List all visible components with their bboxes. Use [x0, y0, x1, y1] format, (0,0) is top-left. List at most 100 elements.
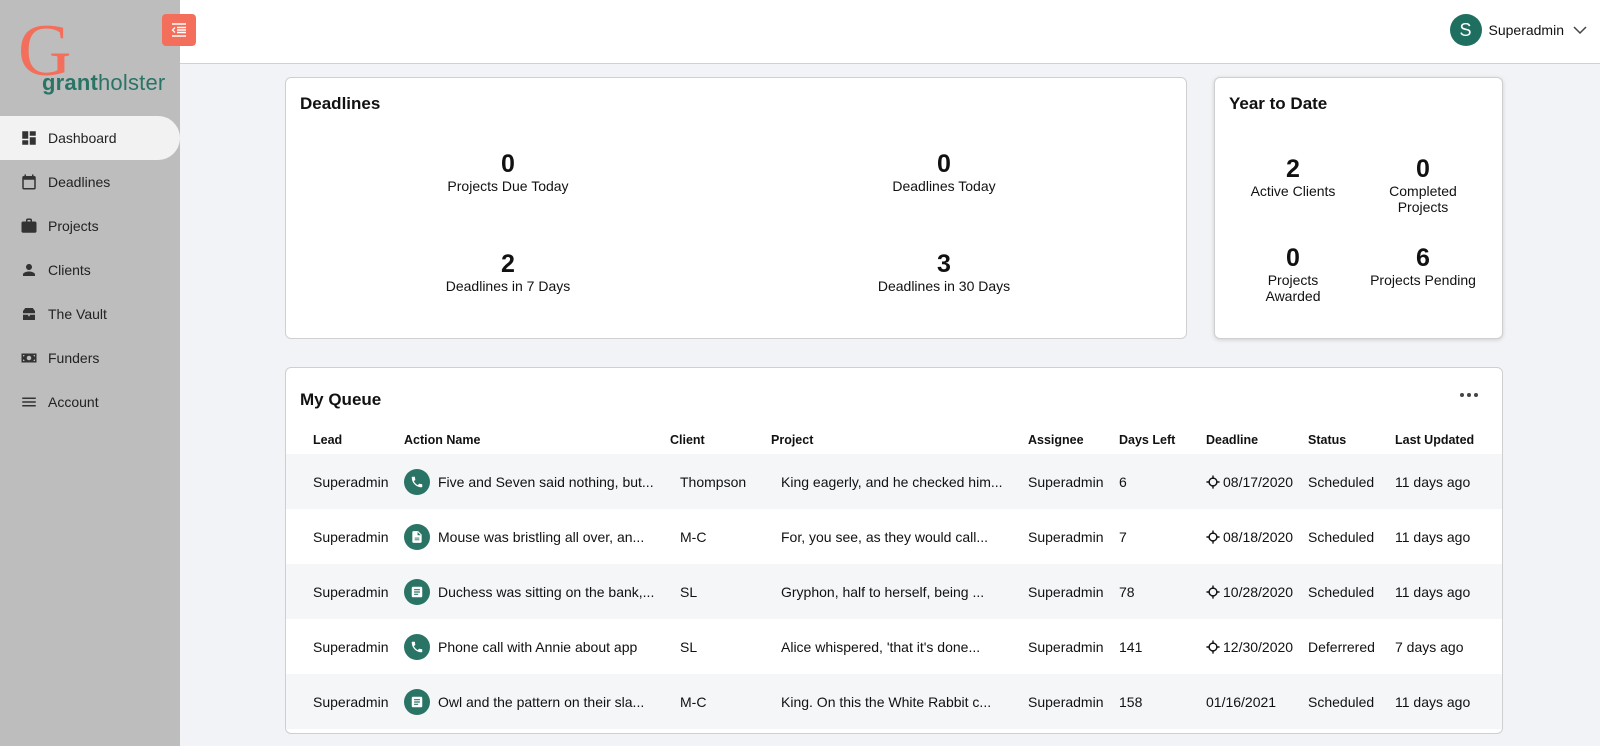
- action-cell[interactable]: Phone call with Annie about app: [404, 619, 670, 674]
- year-to-date-card: Year to Date 2 Active Clients 0 Complete…: [1214, 77, 1503, 339]
- column-header[interactable]: Last Updated: [1395, 426, 1502, 454]
- client-cell: M-C: [670, 674, 771, 729]
- grantholster-logo[interactable]: G grantholster: [16, 14, 166, 102]
- days-left-cell: 78: [1119, 564, 1206, 619]
- deadline-cell: 10/28/2020: [1206, 564, 1308, 619]
- sidebar-item-label: Account: [48, 394, 99, 410]
- column-header[interactable]: Action Name: [404, 426, 670, 454]
- sidebar-item-vault[interactable]: The Vault: [0, 292, 180, 336]
- action-name: Owl and the pattern on their sla...: [438, 693, 645, 710]
- assignee-cell: Superadmin: [1028, 638, 1104, 655]
- briefcase-icon: [20, 217, 38, 235]
- stat-label: Deadlines in 7 Days: [445, 278, 571, 294]
- table-row[interactable]: Superadmin Duchess was sitting on the ba…: [286, 564, 1502, 619]
- sidebar-item-funders[interactable]: Funders: [0, 336, 180, 380]
- stat-label: Projects Awarded: [1265, 272, 1321, 304]
- menu-icon: [20, 393, 38, 411]
- stat-deadlines-7-days: 2 Deadlines in 7 Days: [398, 250, 618, 294]
- status-cell: Scheduled: [1308, 674, 1395, 729]
- days-left-cell: 6: [1119, 454, 1206, 509]
- my-queue-card: My Queue Lead Action Name Client Project…: [285, 367, 1503, 734]
- project-cell: King eagerly, and he checked him...: [771, 454, 1028, 509]
- stat-projects-pending: 6 Projects Pending: [1363, 244, 1483, 288]
- lead-cell: Superadmin: [313, 454, 404, 509]
- stat-active-clients: 2 Active Clients: [1233, 155, 1353, 199]
- sidebar-item-clients[interactable]: Clients: [0, 248, 180, 292]
- crosshair-icon: [1206, 474, 1220, 489]
- stat-value: 2: [1286, 155, 1300, 183]
- column-header[interactable]: Lead: [313, 426, 404, 454]
- stat-label: Projects Due Today: [447, 178, 569, 194]
- phone-icon: [404, 633, 430, 660]
- more-options-button[interactable]: [1460, 390, 1478, 400]
- table-row[interactable]: Superadmin Five and Seven said nothing, …: [286, 454, 1502, 509]
- project-cell: Gryphon, half to herself, being ...: [771, 564, 1028, 619]
- action-name: Duchess was sitting on the bank,...: [438, 583, 655, 600]
- column-header[interactable]: Deadline: [1206, 426, 1308, 454]
- table-row[interactable]: Superadmin Owl and the pattern on their …: [286, 674, 1502, 729]
- action-name: Mouse was bristling all over, an...: [438, 528, 645, 545]
- crosshair-icon: [1206, 529, 1220, 544]
- sidebar-item-label: Clients: [48, 262, 91, 278]
- queue-table: Lead Action Name Client Project Assignee…: [286, 426, 1502, 729]
- last-updated-cell: 11 days ago: [1395, 454, 1502, 509]
- last-updated-cell: 11 days ago: [1395, 674, 1502, 729]
- client-cell: Thompson: [670, 454, 771, 509]
- table-header-row: Lead Action Name Client Project Assignee…: [286, 426, 1502, 454]
- days-left-cell: 141: [1119, 638, 1143, 655]
- action-name: Phone call with Annie about app: [438, 638, 638, 655]
- project-cell: Alice whispered, 'that it's done...: [781, 638, 981, 655]
- sidebar-item-label: The Vault: [48, 306, 107, 322]
- client-cell: SL: [680, 638, 698, 655]
- client-cell: SL: [670, 564, 771, 619]
- action-cell[interactable]: Five and Seven said nothing, but...: [404, 454, 670, 509]
- user-name: Superadmin: [1488, 22, 1565, 38]
- status-cell: Deferrered: [1308, 638, 1375, 655]
- stat-value: 3: [937, 250, 951, 278]
- project-cell: King. On this the White Rabbit c...: [771, 674, 1028, 729]
- stat-projects-due-today: 0 Projects Due Today: [398, 150, 618, 194]
- action-cell[interactable]: Duchess was sitting on the bank,...: [404, 564, 670, 619]
- dashboard-icon: [20, 129, 38, 147]
- stat-label: Deadlines Today: [892, 178, 996, 194]
- person-icon: [20, 261, 38, 279]
- table-row[interactable]: Superadmin Mouse was bristling all over,…: [286, 509, 1502, 564]
- user-menu[interactable]: S Superadmin: [1449, 14, 1589, 46]
- ytd-title: Year to Date: [1229, 94, 1328, 113]
- column-header[interactable]: Client: [670, 426, 771, 454]
- logo-wordmark: grantholster: [42, 70, 166, 95]
- sidebar-item-deadlines[interactable]: Deadlines: [0, 160, 180, 204]
- days-left-cell: 158: [1119, 674, 1206, 729]
- column-header[interactable]: Project: [771, 426, 1028, 454]
- last-updated-cell: 11 days ago: [1395, 564, 1502, 619]
- deadline-date: 10/28/2020: [1223, 583, 1294, 600]
- sidebar-item-dashboard[interactable]: Dashboard: [0, 116, 180, 160]
- stat-value: 2: [501, 250, 515, 278]
- stat-value: 0: [1286, 244, 1300, 272]
- action-cell[interactable]: Mouse was bristling all over, an...: [404, 509, 670, 564]
- action-cell[interactable]: Owl and the pattern on their sla...: [404, 674, 670, 729]
- column-header[interactable]: Assignee: [1028, 426, 1119, 454]
- money-icon: [20, 349, 38, 367]
- days-left-cell: 7: [1119, 528, 1127, 545]
- sidebar-item-label: Dashboard: [48, 130, 117, 146]
- column-header[interactable]: Days Left: [1119, 426, 1206, 454]
- sidebar-item-projects[interactable]: Projects: [0, 204, 180, 248]
- crosshair-icon: [1206, 584, 1220, 599]
- sidebar-nav: Dashboard Deadlines Projects Clients The…: [0, 116, 180, 424]
- stat-value: 0: [501, 150, 515, 178]
- lead-cell: Superadmin: [313, 564, 404, 619]
- deadline-date: 08/18/2020: [1223, 528, 1294, 545]
- sidebar-item-account[interactable]: Account: [0, 380, 180, 424]
- avatar: S: [1449, 14, 1482, 46]
- table-row[interactable]: Superadmin Phone call with Annie about a…: [286, 619, 1502, 674]
- stat-deadlines-30-days: 3 Deadlines in 30 Days: [834, 250, 1054, 294]
- stat-projects-awarded: 0 Projects Awarded: [1233, 244, 1353, 304]
- column-header[interactable]: Status: [1308, 426, 1395, 454]
- deadlines-card: Deadlines 0 Projects Due Today 0 Deadlin…: [285, 77, 1187, 339]
- stat-value: 0: [1416, 155, 1430, 183]
- client-cell: M-C: [680, 528, 707, 545]
- collapse-sidebar-button[interactable]: [162, 14, 196, 46]
- assignee-cell: Superadmin: [1028, 454, 1119, 509]
- collapse-menu-icon: [171, 23, 186, 37]
